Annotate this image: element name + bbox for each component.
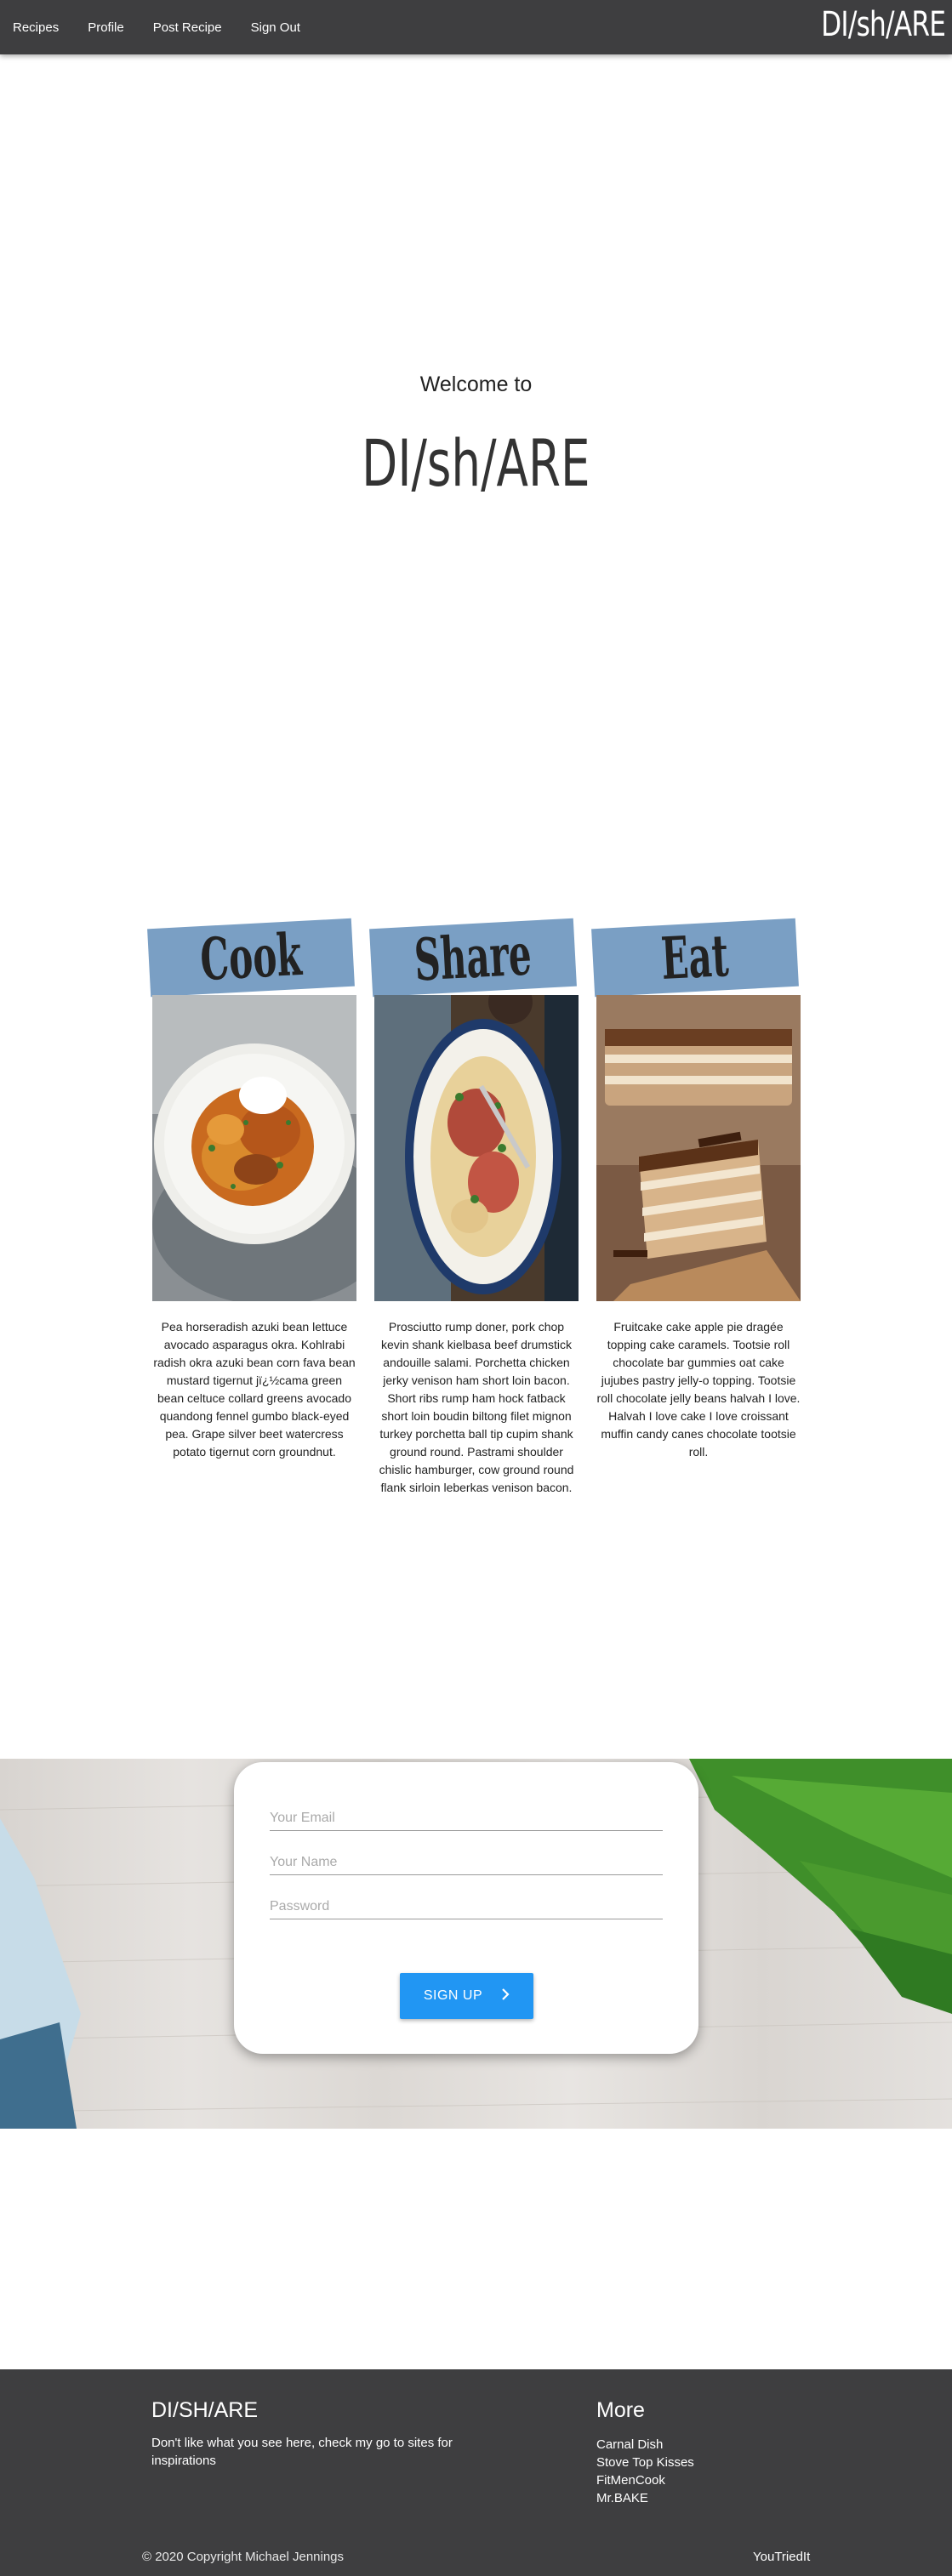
card-description: Fruitcake cake apple pie dragée topping … xyxy=(596,1320,801,1459)
signup-section: SIGN UP xyxy=(0,1759,952,2129)
footer-link-stove-top-kisses[interactable]: Stove Top Kisses xyxy=(596,2454,694,2471)
hero-brand-text: DI/sh/ARE xyxy=(362,425,590,501)
name-field[interactable] xyxy=(270,1851,663,1875)
email-field[interactable] xyxy=(270,1806,663,1831)
card-image-pasta xyxy=(152,995,356,1301)
card-image-penne xyxy=(374,995,579,1301)
nav-brand-logo[interactable]: DI/sh/ARE xyxy=(821,5,946,44)
card-banner-cook: Cook xyxy=(147,918,355,998)
card-title: Cook xyxy=(198,920,304,995)
nav-link-sign-out[interactable]: Sign Out xyxy=(251,20,300,35)
layer-cake-illustration xyxy=(596,995,801,1301)
footer: DI/SH/ARE Don't like what you see here, … xyxy=(0,2369,952,2576)
footer-link-mr-bake[interactable]: Mr.BAKE xyxy=(596,2489,694,2507)
nav-link-post-recipe[interactable]: Post Recipe xyxy=(153,20,222,35)
card-title: Share xyxy=(413,920,533,995)
footer-link-fitmencook[interactable]: FitMenCook xyxy=(596,2471,694,2489)
footer-youtriedit-link[interactable]: YouTriedIt xyxy=(753,2550,810,2564)
sign-up-button-label: SIGN UP xyxy=(423,1988,483,2003)
footer-link-carnal-dish[interactable]: Carnal Dish xyxy=(596,2436,694,2454)
penne-platter-illustration xyxy=(374,995,579,1301)
top-navbar: Recipes Profile Post Recipe Sign Out DI/… xyxy=(0,0,952,54)
footer-brand-title: DI/SH/ARE xyxy=(151,2398,259,2422)
footer-more-title: More xyxy=(596,2398,645,2422)
card-image-cake xyxy=(596,995,801,1301)
password-field[interactable] xyxy=(270,1895,663,1919)
card-banner-eat: Eat xyxy=(591,918,799,998)
hero-welcome-text: Welcome to xyxy=(419,372,533,396)
signup-form-card: SIGN UP xyxy=(234,1762,698,2054)
footer-description: Don't like what you see here, check my g… xyxy=(151,2436,453,2468)
card-description: Prosciutto rump doner, pork chop kevin s… xyxy=(379,1320,574,1494)
nav-links: Recipes Profile Post Recipe Sign Out xyxy=(13,0,329,54)
pasta-dish-illustration xyxy=(152,995,356,1301)
footer-links: Carnal Dish Stove Top Kisses FitMenCook … xyxy=(596,2436,694,2507)
nav-link-recipes[interactable]: Recipes xyxy=(13,20,59,35)
card-description: Pea horseradish azuki bean lettuce avoca… xyxy=(153,1320,356,1459)
nav-link-profile[interactable]: Profile xyxy=(88,20,124,35)
card-title: Eat xyxy=(659,921,731,994)
chevron-right-icon xyxy=(501,1987,510,2005)
hero-brand: DI/sh/ARE xyxy=(0,425,952,501)
card-banner-share: Share xyxy=(369,918,577,998)
sign-up-button[interactable]: SIGN UP xyxy=(400,1973,533,2019)
footer-copyright: © 2020 Copyright Michael Jennings xyxy=(142,2550,345,2564)
